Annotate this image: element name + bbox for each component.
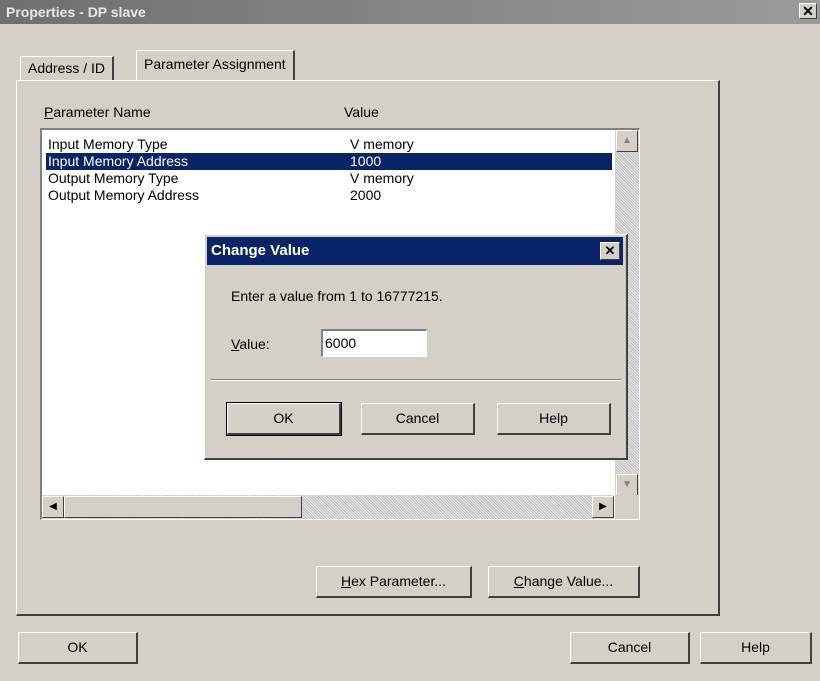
tab-parameter-assignment[interactable]: Parameter Assignment [136,50,295,80]
cancel-button[interactable]: Cancel [570,632,690,664]
value-label: Value: [231,336,270,352]
dialog-message: Enter a value from 1 to 16777215. [231,288,443,304]
dialog-separator [211,379,621,381]
change-value-dialog: Change Value ✕ Enter a value from 1 to 1… [204,234,628,460]
close-icon[interactable]: ✕ [799,3,817,19]
dialog-title: Change Value [211,242,310,259]
dialog-close-icon[interactable]: ✕ [600,242,620,260]
properties-window: Properties - DP slave ✕ Address / ID Par… [0,0,820,681]
window-titlebar[interactable]: Properties - DP slave ✕ [0,0,820,24]
ok-button[interactable]: OK [18,632,138,664]
dialog-titlebar[interactable]: Change Value ✕ [207,237,623,265]
dialog-ok-button[interactable]: OK [226,402,342,436]
window-title: Properties - DP slave [6,4,146,20]
tab-address-id[interactable]: Address / ID [20,56,115,80]
value-input[interactable]: 6000 [321,329,427,357]
dialog-help-button[interactable]: Help [497,403,611,435]
help-button[interactable]: Help [700,632,812,664]
dialog-cancel-button[interactable]: Cancel [361,403,475,435]
